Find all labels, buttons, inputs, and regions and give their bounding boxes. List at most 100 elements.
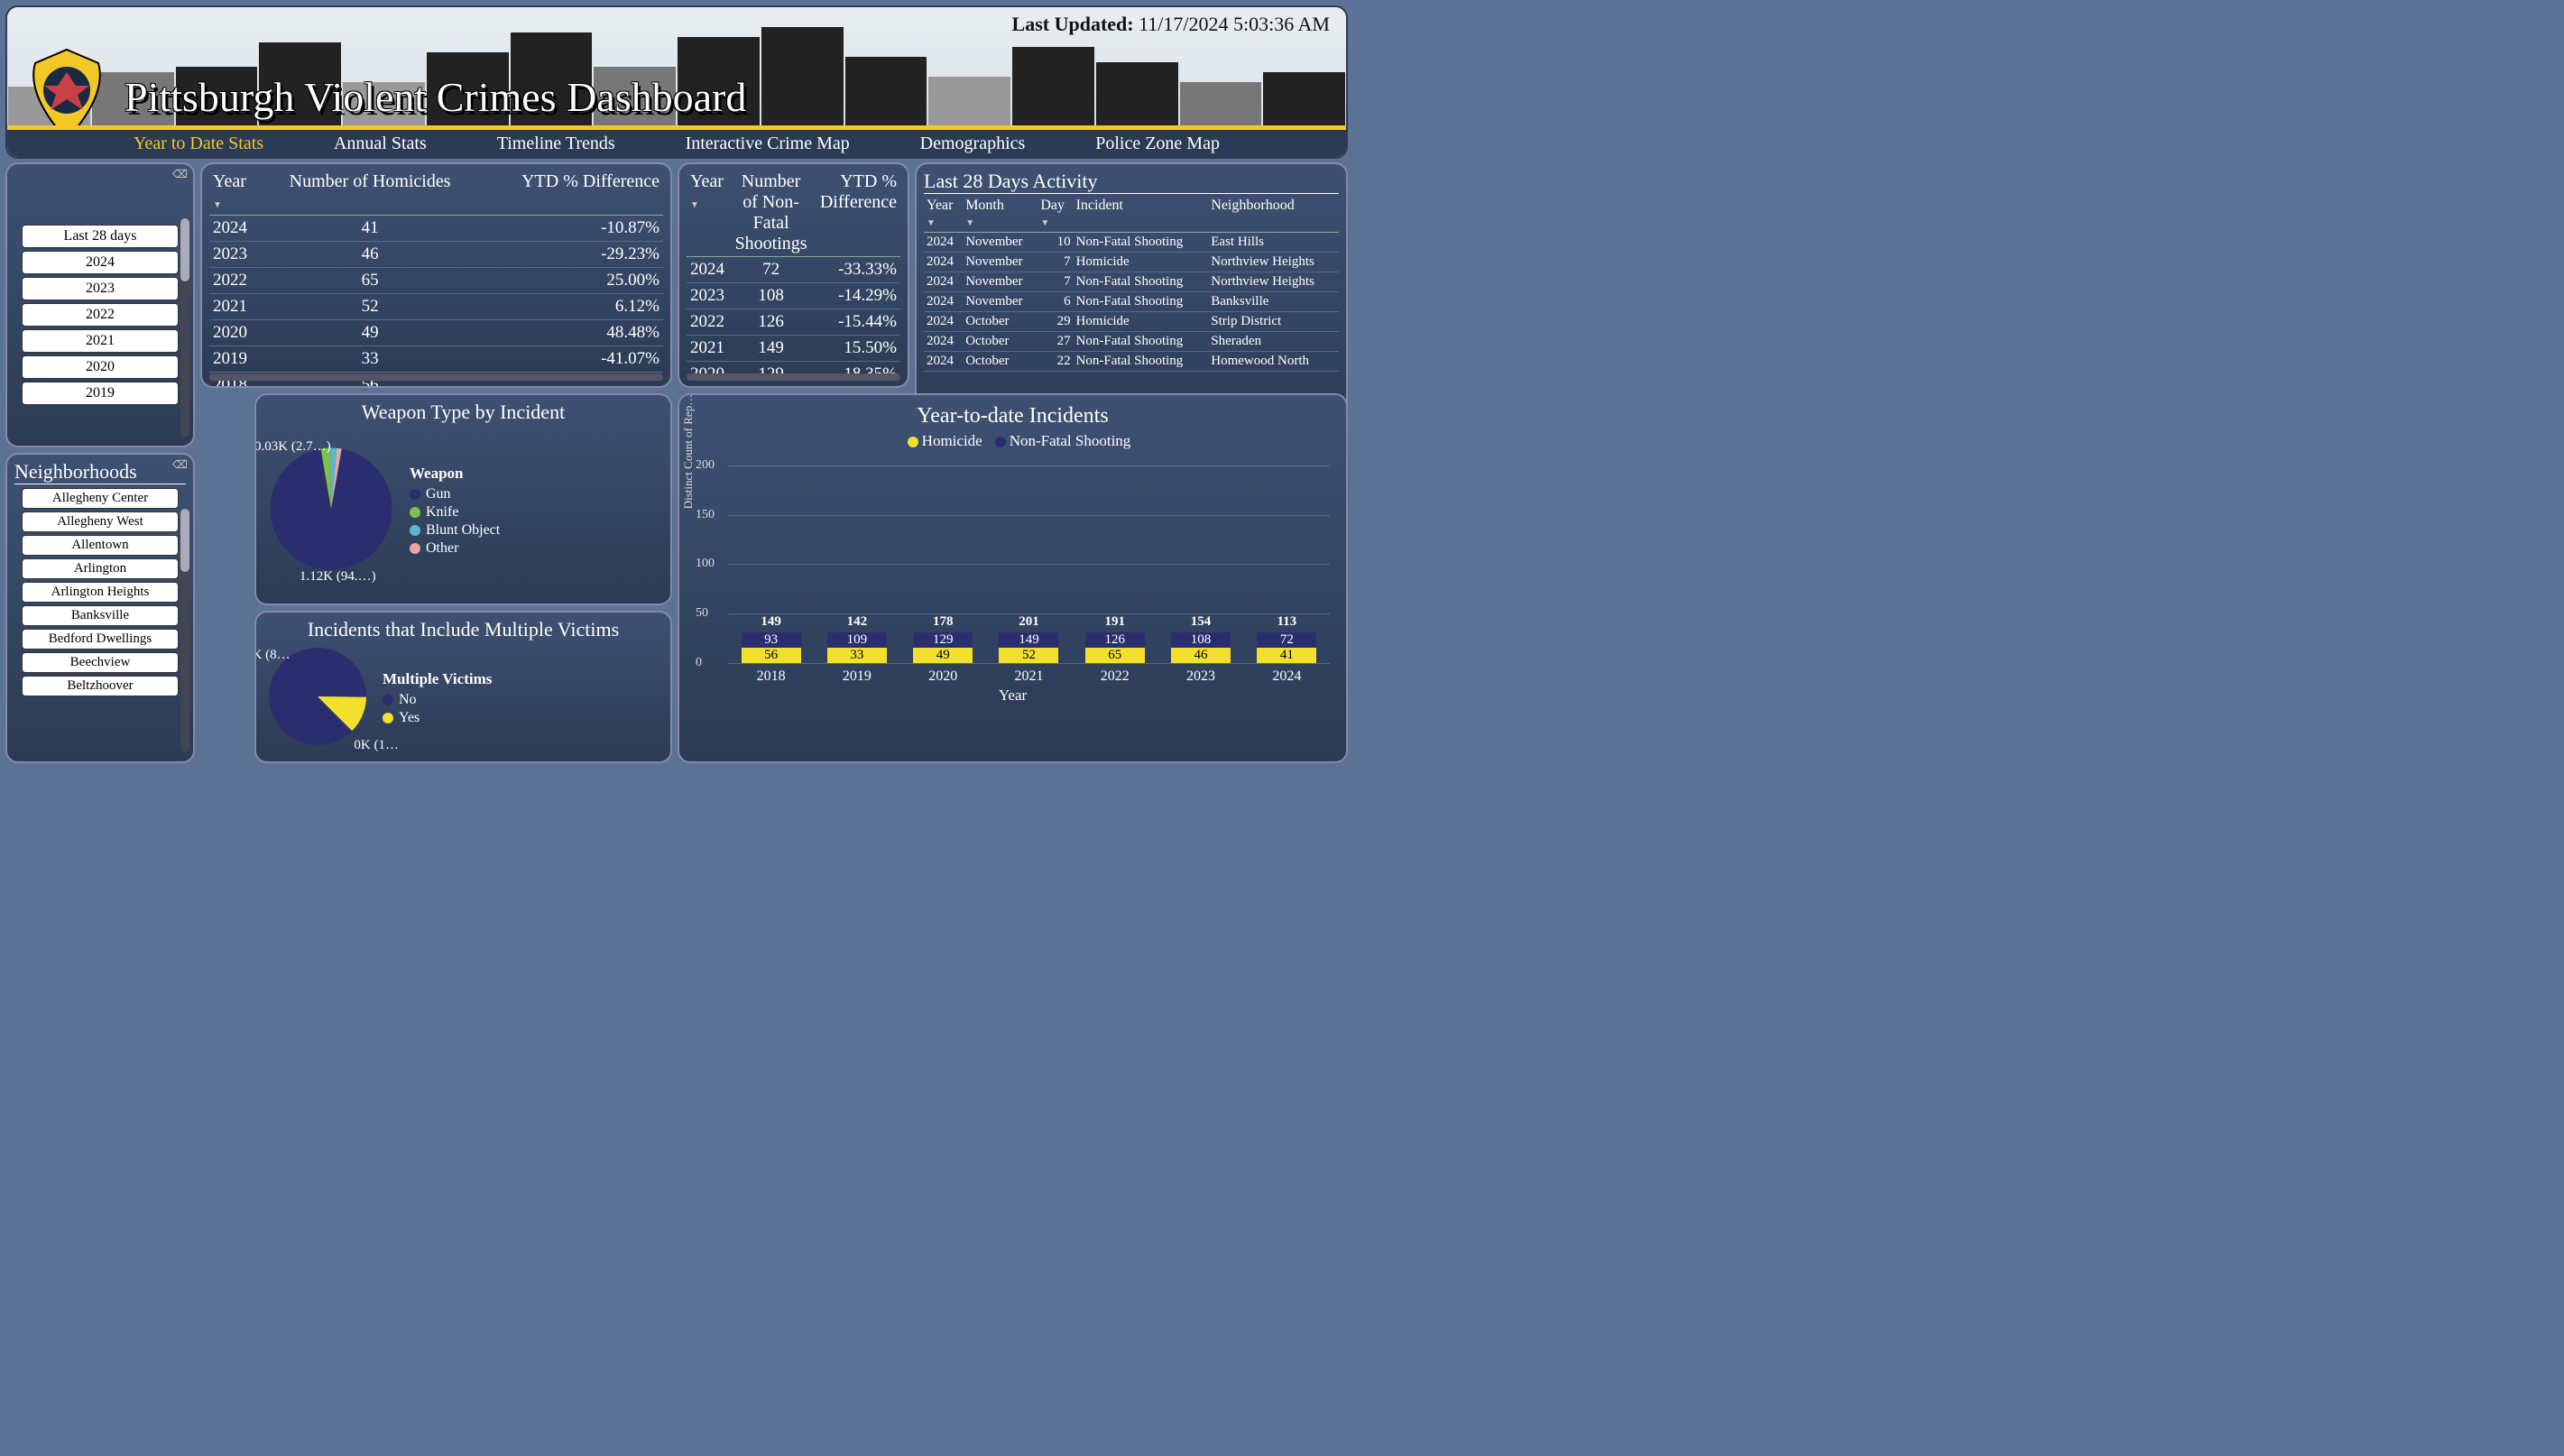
- homicide-table: Year▼ Number of Homicides YTD % Differen…: [209, 170, 663, 388]
- x-tick: 2019: [843, 668, 872, 685]
- x-tick: 2022: [1101, 668, 1130, 685]
- pie-label: 1.12K (94.…): [300, 569, 376, 585]
- x-tick: 2018: [757, 668, 786, 685]
- table-row[interactable]: 2024November7HomicideNorthview Heights: [924, 253, 1339, 272]
- neighborhood-arlington[interactable]: Arlington: [22, 558, 180, 579]
- legend-item[interactable]: Blunt Object: [410, 522, 500, 539]
- nfs-table-panel: Year▼ Number of Non-Fatal Shootings YTD …: [678, 162, 909, 388]
- table-row[interactable]: 2022126-15.44%: [687, 309, 900, 336]
- table-row[interactable]: 202114915.50%: [687, 336, 900, 362]
- neighborhood-beechview[interactable]: Beechview: [22, 652, 180, 673]
- x-tick: 2024: [1272, 668, 1301, 685]
- neighborhood-allentown[interactable]: Allentown: [22, 535, 180, 556]
- legend-item[interactable]: No: [383, 692, 492, 708]
- table-row[interactable]: 20226525.00%: [209, 268, 663, 294]
- scrollbar[interactable]: [209, 373, 663, 381]
- table-row[interactable]: 202441-10.87%: [209, 216, 663, 242]
- multi-legend: Multiple Victims NoYes: [383, 670, 492, 728]
- table-row[interactable]: 2024October27Non-Fatal ShootingSheraden: [924, 332, 1339, 352]
- legend-item[interactable]: Gun: [410, 486, 500, 502]
- multi-victim-pie-panel: Incidents that Include Multiple Victims …: [254, 611, 672, 763]
- eraser-icon[interactable]: ⌫: [172, 168, 188, 181]
- bar-2020[interactable]: 178 129 49: [913, 632, 973, 663]
- year-filter-2020[interactable]: 2020: [22, 355, 180, 379]
- table-row[interactable]: 2024October29HomicideStrip District: [924, 312, 1339, 332]
- recent-table: Year▼Month▼Day▼IncidentNeighborhood 2024…: [924, 196, 1339, 372]
- neighborhood-bedford-dwellings[interactable]: Bedford Dwellings: [22, 629, 180, 650]
- bar-chart[interactable]: Distinct Count of Rep… 050100150200 149 …: [728, 456, 1330, 663]
- col-month[interactable]: Month▼: [963, 196, 1038, 233]
- legend-item[interactable]: Knife: [410, 504, 500, 521]
- neighborhoods-title: Neighborhoods: [14, 460, 186, 484]
- weapon-pie-chart[interactable]: [263, 441, 399, 576]
- legend-item[interactable]: Homicide: [922, 432, 982, 449]
- table-row[interactable]: 2021526.12%: [209, 294, 663, 320]
- table-row[interactable]: 202346-29.23%: [209, 242, 663, 268]
- legend-item[interactable]: Other: [410, 540, 500, 557]
- year-filter-2021[interactable]: 2021: [22, 329, 180, 353]
- neighborhood-allegheny-west[interactable]: Allegheny West: [22, 511, 180, 532]
- year-filter-2019[interactable]: 2019: [22, 382, 180, 405]
- tab-annual-stats[interactable]: Annual Stats: [334, 134, 427, 154]
- bar-2021[interactable]: 201 149 52: [999, 632, 1058, 663]
- x-tick: 2021: [1014, 668, 1043, 685]
- col-neighborhood[interactable]: Neighborhood: [1208, 196, 1339, 233]
- year-filter-2022[interactable]: 2022: [22, 303, 180, 327]
- scrollbar[interactable]: [180, 218, 189, 437]
- pie-label: 1K (8…: [254, 648, 291, 663]
- scrollbar[interactable]: [687, 373, 900, 381]
- neighborhood-beltzhoover[interactable]: Beltzhoover: [22, 676, 180, 696]
- table-row[interactable]: 201933-41.07%: [209, 346, 663, 373]
- bar-2018[interactable]: 149 93 56: [742, 632, 801, 663]
- x-axis-label: Year: [687, 687, 1339, 705]
- bar-2023[interactable]: 154 108 46: [1171, 632, 1231, 663]
- legend-item[interactable]: Yes: [383, 710, 492, 726]
- tab-police-zone-map[interactable]: Police Zone Map: [1095, 134, 1220, 154]
- neighborhood-banksville[interactable]: Banksville: [22, 605, 180, 626]
- tab-year-to-date-stats[interactable]: Year to Date Stats: [134, 134, 263, 154]
- year-filter-2023[interactable]: 2023: [22, 277, 180, 300]
- table-row[interactable]: 202472-33.33%: [687, 257, 900, 283]
- bar-legend: Homicide Non-Fatal Shooting: [687, 432, 1339, 450]
- col-incident[interactable]: Incident: [1074, 196, 1209, 233]
- col-count[interactable]: Number of Non-Fatal Shootings: [728, 170, 814, 257]
- col-pct[interactable]: YTD % Difference: [477, 170, 663, 216]
- legend-item[interactable]: Non-Fatal Shooting: [1010, 432, 1131, 449]
- table-row[interactable]: 2023108-14.29%: [687, 283, 900, 309]
- scrollbar[interactable]: [180, 509, 189, 752]
- col-year[interactable]: Year▼: [209, 170, 263, 216]
- bar-2024[interactable]: 113 72 41: [1257, 632, 1316, 663]
- dashboard-title: Pittsburgh Violent Crimes Dashboard: [125, 73, 746, 121]
- year-filter-2024[interactable]: 2024: [22, 251, 180, 274]
- year-filter-panel: ⌫ Last 28 days 2024 2023 202220212020 2019: [5, 162, 195, 447]
- year-filter-last-28-days[interactable]: Last 28 days: [22, 225, 180, 248]
- col-year[interactable]: Year▼: [687, 170, 728, 257]
- recent-title: Last 28 Days Activity: [924, 170, 1339, 194]
- neighborhood-filter-panel: ⌫ Neighborhoods Allegheny CenterAlleghen…: [5, 453, 195, 763]
- col-count[interactable]: Number of Homicides: [263, 170, 478, 216]
- table-row[interactable]: 20204948.48%: [209, 320, 663, 346]
- table-row[interactable]: 201910917.20%: [687, 388, 900, 389]
- tab-demographics[interactable]: Demographics: [920, 134, 1026, 154]
- eraser-icon[interactable]: ⌫: [172, 458, 188, 472]
- ytd-bar-panel: Year-to-date Incidents HomicideNon-Fatal…: [678, 393, 1348, 763]
- bar-2019[interactable]: 142 109 33: [827, 632, 887, 663]
- neighborhood-allegheny-center[interactable]: Allegheny Center: [22, 488, 180, 509]
- y-axis-label: Distinct Count of Rep…: [681, 394, 696, 509]
- col-day[interactable]: Day▼: [1038, 196, 1073, 233]
- neighborhood-arlington-heights[interactable]: Arlington Heights: [22, 582, 180, 603]
- weapon-pie-title: Weapon Type by Incident: [263, 401, 663, 424]
- tab-interactive-crime-map[interactable]: Interactive Crime Map: [686, 134, 850, 154]
- x-tick: 2023: [1186, 668, 1215, 685]
- bar-2022[interactable]: 191 126 65: [1085, 632, 1145, 663]
- tab-timeline-trends[interactable]: Timeline Trends: [497, 134, 615, 154]
- table-row[interactable]: 2024November6Non-Fatal ShootingBanksvill…: [924, 292, 1339, 312]
- weapon-legend: Weapon GunKnifeBlunt ObjectOther: [410, 465, 500, 558]
- nav-tabs: Year to Date Stats Annual Stats Timeline T…: [7, 130, 1346, 157]
- table-row[interactable]: 2024November10Non-Fatal ShootingEast Hil…: [924, 233, 1339, 253]
- col-year[interactable]: Year▼: [924, 196, 963, 233]
- header-banner: Last Updated: 11/17/2024 5:03:36 AM Pitt…: [5, 5, 1348, 159]
- col-pct[interactable]: YTD % Difference: [814, 170, 900, 257]
- table-row[interactable]: 2024November7Non-Fatal ShootingNorthview…: [924, 272, 1339, 292]
- table-row[interactable]: 2024October22Non-Fatal ShootingHomewood …: [924, 352, 1339, 372]
